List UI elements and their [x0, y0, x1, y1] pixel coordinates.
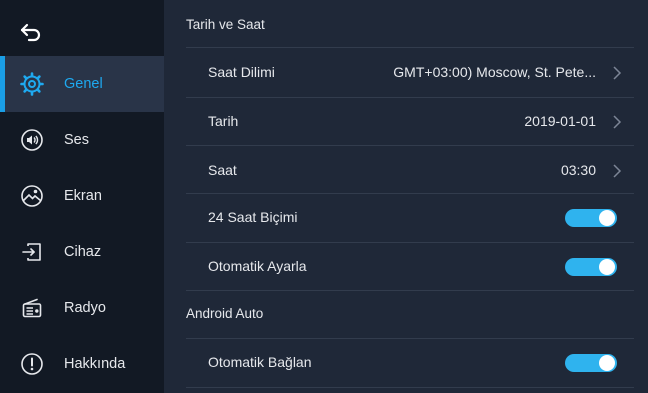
sidebar-item-label: Ses — [64, 132, 89, 148]
sidebar-item-genel[interactable]: Genel — [0, 56, 164, 112]
chevron-right-icon — [613, 115, 622, 129]
timezone-row[interactable]: Saat Dilimi GMT+03:00) Moscow, St. Pete.… — [186, 49, 634, 97]
device-icon — [22, 243, 41, 261]
info-icon — [21, 353, 43, 375]
date-row[interactable]: Tarih 2019-01-01 — [186, 98, 634, 146]
auto-adjust-toggle[interactable] — [565, 258, 617, 276]
radio-icon — [22, 298, 42, 318]
sidebar-item-label: Hakkında — [64, 356, 126, 372]
divider — [186, 47, 634, 48]
settings-screen: Genel Ses Ekran Cihaz Radyo Hakkında Tar… — [0, 0, 648, 393]
time-row[interactable]: Saat 03:30 — [186, 147, 634, 195]
section-title-android-auto: Android Auto — [186, 306, 264, 321]
format-24h-label: 24 Saat Biçimi — [208, 209, 298, 225]
sidebar: Genel Ses Ekran Cihaz Radyo Hakkında — [0, 0, 164, 393]
timezone-value: GMT+03:00) Moscow, St. Pete... — [393, 64, 596, 80]
sidebar-item-ekran[interactable]: Ekran — [0, 168, 164, 224]
date-value: 2019-01-01 — [524, 113, 596, 129]
chevron-right-icon — [613, 66, 622, 80]
sidebar-item-cihaz[interactable]: Cihaz — [0, 224, 164, 280]
toggle-knob — [599, 259, 615, 275]
back-arrow-icon — [20, 23, 41, 42]
back-button[interactable] — [16, 18, 46, 48]
auto-adjust-label: Otomatik Ayarla — [208, 258, 307, 274]
sidebar-item-ses[interactable]: Ses — [0, 112, 164, 168]
sidebar-item-radyo[interactable]: Radyo — [0, 280, 164, 336]
display-icon — [21, 185, 43, 207]
auto-adjust-row: Otomatik Ayarla — [186, 243, 634, 291]
divider — [186, 387, 634, 388]
sidebar-item-label: Radyo — [64, 300, 106, 316]
sidebar-item-label: Cihaz — [64, 244, 102, 260]
sidebar-item-hakkinda[interactable]: Hakkında — [0, 336, 164, 392]
time-label: Saat — [208, 162, 237, 178]
section-title-datetime: Tarih ve Saat — [186, 17, 265, 32]
sidebar-item-label: Genel — [64, 76, 103, 92]
timezone-label: Saat Dilimi — [208, 64, 275, 80]
date-label: Tarih — [208, 113, 239, 129]
time-value: 03:30 — [560, 162, 596, 178]
auto-connect-label: Otomatik Bağlan — [208, 354, 312, 370]
format-24h-toggle[interactable] — [565, 209, 617, 227]
speaker-icon — [21, 129, 43, 151]
auto-connect-row: Otomatik Bağlan — [186, 339, 634, 387]
divider — [186, 290, 634, 291]
chevron-right-icon — [613, 164, 622, 178]
settings-panel: Tarih ve Saat Saat Dilimi GMT+03:00) Mos… — [164, 0, 648, 393]
auto-connect-toggle[interactable] — [565, 354, 617, 372]
sidebar-item-label: Ekran — [64, 188, 102, 204]
toggle-knob — [599, 210, 615, 226]
gear-icon — [20, 72, 44, 96]
toggle-knob — [599, 355, 615, 371]
format-24h-row: 24 Saat Biçimi — [186, 194, 634, 242]
divider — [186, 145, 634, 146]
